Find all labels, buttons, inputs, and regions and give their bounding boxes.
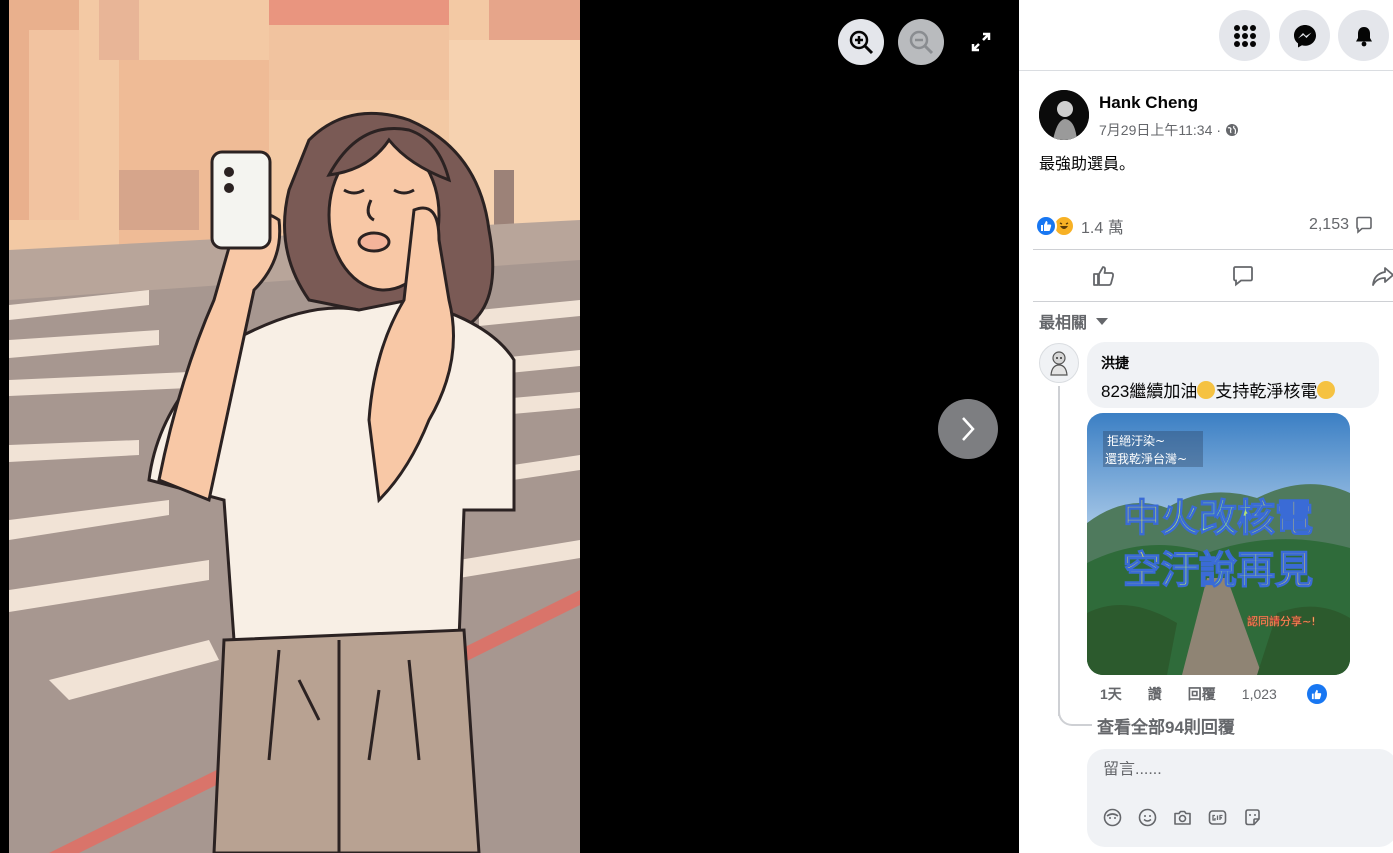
next-photo-button[interactable] bbox=[938, 399, 998, 459]
zoom-in-icon bbox=[849, 30, 874, 55]
chevron-right-icon bbox=[962, 417, 975, 441]
avatar-sticker-icon bbox=[1103, 808, 1122, 827]
like-reaction-icon bbox=[1306, 684, 1327, 704]
gif-button[interactable] bbox=[1208, 808, 1227, 827]
post-meta: 7月29日上午11:34 · bbox=[1099, 120, 1239, 140]
comment-input[interactable] bbox=[1103, 761, 1373, 779]
camera-icon bbox=[1174, 810, 1191, 825]
post-text: 最強助選員。 bbox=[1039, 156, 1136, 173]
commenter-name[interactable]: 洪捷 bbox=[1101, 353, 1365, 373]
view-all-replies-link[interactable]: 查看全部94則回覆 bbox=[1097, 713, 1235, 738]
composer-toolbar bbox=[1103, 808, 1262, 827]
messenger-icon bbox=[1293, 24, 1316, 47]
commenter-avatar[interactable] bbox=[1039, 343, 1079, 383]
post-side-panel: Hank Cheng 7月29日上午11:34 · 最強助選員。 1.4 萬 2… bbox=[1019, 0, 1393, 853]
reactions-summary[interactable]: 1.4 萬 bbox=[1035, 214, 1124, 238]
actions-divider bbox=[1033, 301, 1393, 302]
cartoon-avatar-icon bbox=[1050, 351, 1068, 376]
emoji-button[interactable] bbox=[1138, 808, 1157, 827]
author-avatar[interactable] bbox=[1039, 90, 1089, 140]
comment-text-part1: 823繼續加油 bbox=[1101, 382, 1198, 401]
thread-connector bbox=[1058, 700, 1092, 726]
comment-reply-action[interactable]: 回覆 bbox=[1188, 684, 1216, 704]
image-text-main2: 空汙說再見 bbox=[1123, 548, 1313, 592]
comment-text: 823繼續加油 支持乾淨核電 bbox=[1101, 377, 1365, 402]
zoom-out-icon bbox=[909, 30, 934, 55]
sort-label: 最相關 bbox=[1039, 315, 1088, 332]
comment-age[interactable]: 1天 bbox=[1100, 684, 1122, 704]
image-text-bottom: 認同請分享~! bbox=[1247, 614, 1316, 628]
sticker-icon bbox=[1245, 809, 1260, 826]
globe-icon bbox=[1226, 124, 1239, 136]
topbar-divider bbox=[1019, 70, 1393, 71]
avatar-sticker-button[interactable] bbox=[1103, 808, 1122, 827]
sticker-button[interactable] bbox=[1243, 808, 1262, 827]
comment-button[interactable] bbox=[1229, 262, 1257, 290]
comment-text-part2: 支持乾淨核電 bbox=[1215, 382, 1318, 401]
caret-down-icon bbox=[1096, 318, 1109, 325]
comment-actions: 1天 讚 回覆 1,023 bbox=[1100, 684, 1353, 704]
menu-grid-icon bbox=[1233, 24, 1256, 47]
thread-line bbox=[1058, 386, 1060, 716]
messenger-button[interactable] bbox=[1279, 10, 1330, 61]
like-reaction-icon bbox=[1035, 215, 1057, 237]
fullscreen-icon bbox=[971, 32, 991, 52]
thumbs-up-icon bbox=[1093, 266, 1114, 286]
comment-like-count-value: 1,023 bbox=[1241, 686, 1277, 702]
reaction-count: 1.4 萬 bbox=[1081, 220, 1124, 237]
comment-sort-dropdown[interactable]: 最相關 bbox=[1039, 309, 1109, 333]
clapping-hands-emoji-icon bbox=[1197, 380, 1216, 399]
notifications-bell-icon bbox=[1355, 26, 1372, 46]
post-author-name[interactable]: Hank Cheng bbox=[1099, 93, 1198, 113]
reactions-divider bbox=[1033, 249, 1393, 250]
comment-composer[interactable] bbox=[1087, 749, 1393, 847]
comment-count[interactable]: 2,153 bbox=[1309, 216, 1373, 234]
comment-attached-image[interactable]: 拒絕汙染~ 還我乾淨台灣~ 中火改核電 空汙說再見 認同請分享~! bbox=[1087, 413, 1350, 675]
meta-separator: · bbox=[1216, 122, 1222, 138]
comment-like-count[interactable]: 1,023 bbox=[1242, 684, 1353, 704]
image-text-main1: 中火改核電 bbox=[1123, 496, 1313, 540]
like-button[interactable] bbox=[1090, 262, 1118, 290]
fullscreen-button[interactable] bbox=[960, 21, 1002, 63]
notifications-button[interactable] bbox=[1338, 10, 1389, 61]
image-text-top1: 拒絕汙染~ bbox=[1107, 433, 1165, 448]
flexed-biceps-emoji-icon bbox=[1317, 380, 1336, 399]
emoji-icon bbox=[1138, 808, 1157, 827]
comment-count-value: 2,153 bbox=[1308, 216, 1349, 233]
gif-icon bbox=[1208, 810, 1227, 825]
image-text-top2: 還我乾淨台灣~ bbox=[1105, 451, 1187, 466]
share-icon bbox=[1372, 267, 1393, 286]
share-button[interactable] bbox=[1369, 262, 1393, 290]
zoom-out-button[interactable] bbox=[898, 19, 944, 65]
post-photo bbox=[9, 0, 580, 853]
menu-button[interactable] bbox=[1219, 10, 1270, 61]
comment-icon bbox=[1233, 266, 1253, 287]
photo-button[interactable] bbox=[1173, 808, 1192, 827]
photo-viewer bbox=[0, 0, 1019, 853]
comment-bubble: 洪捷 823繼續加油 支持乾淨核電 bbox=[1087, 342, 1379, 408]
zoom-in-button[interactable] bbox=[838, 19, 884, 65]
post-timestamp[interactable]: 7月29日上午11:34 bbox=[1099, 120, 1212, 140]
comment-bubble-icon bbox=[1356, 216, 1372, 234]
comment-like-action[interactable]: 讚 bbox=[1148, 684, 1162, 704]
